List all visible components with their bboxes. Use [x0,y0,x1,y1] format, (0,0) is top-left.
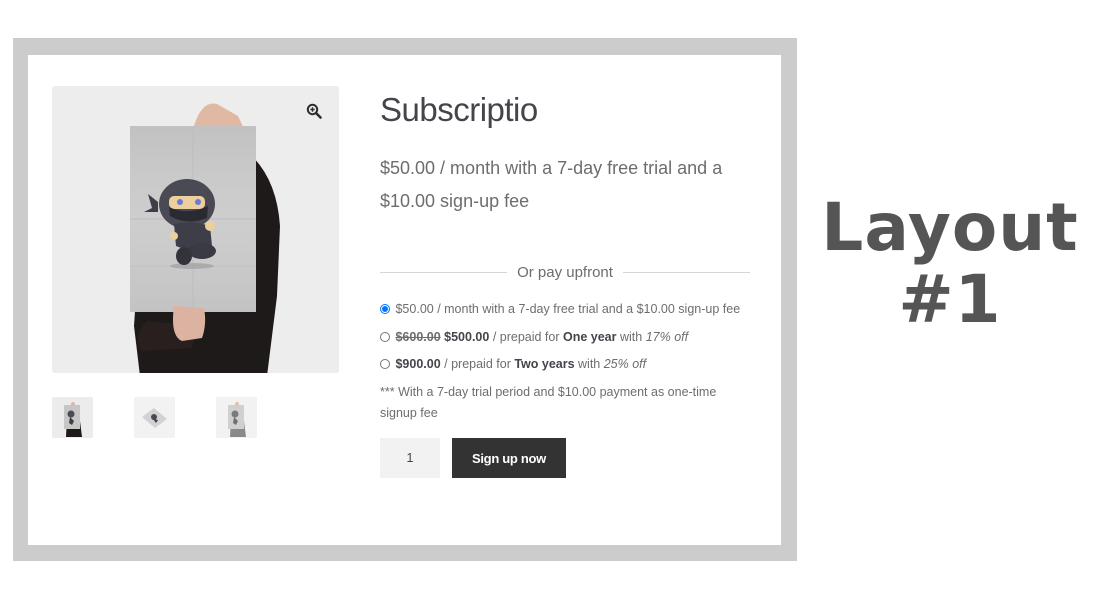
divider-label: Or pay upfront [517,264,613,281]
option-one-year-radio[interactable] [380,332,390,342]
option-two-years-with: with [574,357,604,371]
option-two-years[interactable]: $900.00 / prepaid for Two years with 25%… [380,351,750,378]
upfront-divider: Or pay upfront [380,264,751,281]
option-monthly[interactable]: $50.00 / month with a 7-day free trial a… [380,297,750,324]
option-one-year-discount: 17% off [645,330,689,344]
divider-line-right [622,272,751,273]
option-two-years-price: $900.00 [395,357,441,371]
trial-note: *** With a 7-day trial period and $10.00… [380,385,717,420]
option-one-year-with: with [616,330,646,344]
thumbnail-2[interactable] [134,397,175,438]
thumbnail-3[interactable] [216,397,257,438]
option-one-year-old-price: $600.00 [395,330,441,344]
product-page: Subscriptio $50.00 / month with a 7-day … [28,55,781,545]
screenshot-frame: Subscriptio $50.00 / month with a 7-day … [13,38,797,561]
option-two-years-discount: 25% off [603,357,647,371]
divider-line-left [380,272,508,273]
layout-label-line1: Layout [821,189,1079,266]
option-one-year-mid: / prepaid for [489,330,563,344]
option-monthly-label: $50.00 / month with a 7-day free trial a… [395,302,741,316]
thumbnail-image [216,397,257,438]
option-two-years-period: Two years [514,357,575,371]
sign-up-now-button[interactable]: Sign up now [452,438,566,478]
payment-options: $50.00 / month with a 7-day free trial a… [380,297,750,378]
thumbnail-1[interactable] [52,397,93,438]
quantity-input[interactable] [380,438,440,478]
option-monthly-radio[interactable] [380,304,390,314]
layout-label-line2: #1 [898,261,1002,338]
magnifier-plus-icon [306,103,322,119]
option-one-year-period: One year [563,330,617,344]
zoom-trigger[interactable] [303,100,325,122]
thumbnail-image [52,397,93,438]
product-main-image[interactable] [52,86,339,373]
add-to-cart-form: Sign up now [380,438,750,478]
product-title: Subscriptio [380,91,538,128]
subscription-price: $50.00 / month with a 7-day free trial a… [380,158,723,211]
thumbnail-strip [52,397,257,438]
ninja-poster-photo [52,86,339,373]
option-two-years-mid: / prepaid for [440,357,515,371]
option-one-year[interactable]: $600.00 $500.00 / prepaid for One year w… [380,324,750,351]
option-one-year-price: $500.00 [444,330,490,344]
option-two-years-radio[interactable] [380,359,390,369]
thumbnail-image [134,397,175,438]
product-summary: Subscriptio $50.00 / month with a 7-day … [380,88,751,478]
layout-label: Layout #1 [812,192,1088,336]
